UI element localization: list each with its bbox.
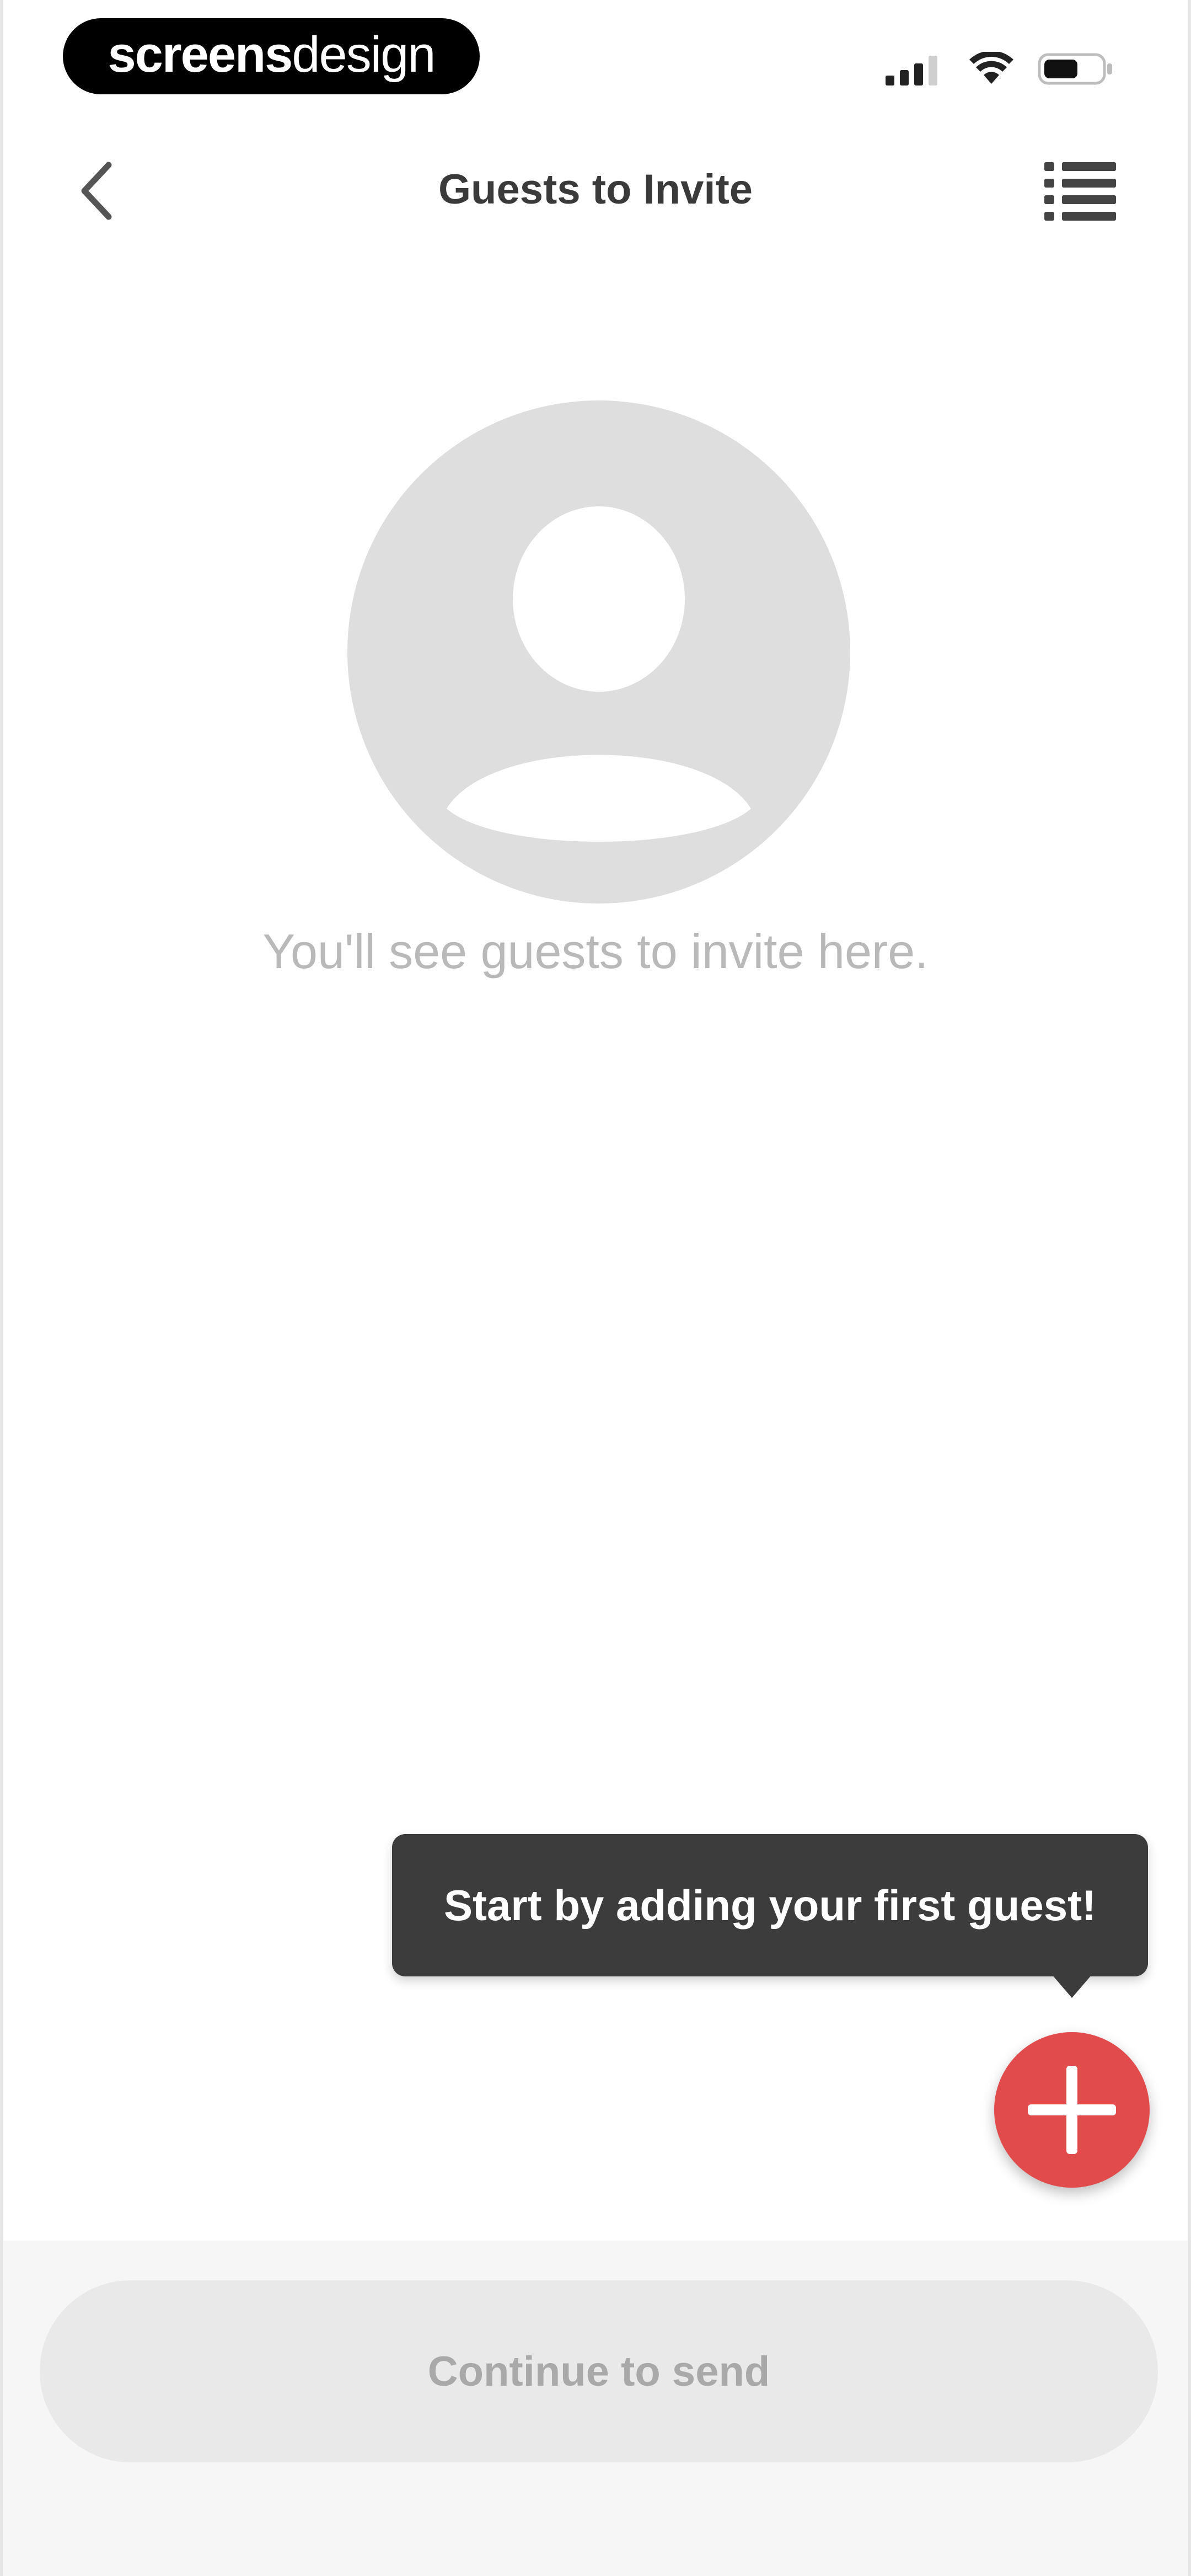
list-icon — [1044, 162, 1116, 221]
wifi-icon — [969, 52, 1013, 84]
tooltip-text: Start by adding your first guest! — [443, 1880, 1097, 1930]
list-view-button[interactable] — [1044, 160, 1116, 222]
brand-text-light: design — [292, 26, 436, 83]
add-guest-tooltip: Start by adding your first guest! — [392, 1834, 1148, 1976]
brand-badge: screens design — [63, 18, 480, 94]
guests-to-invite-screen: screens design Guests to Invite You'll s… — [0, 0, 1191, 2576]
continue-to-send-button[interactable]: Continue to send — [40, 2280, 1158, 2462]
tooltip-arrow — [1052, 1975, 1092, 1998]
battery-icon — [1038, 53, 1112, 85]
page-title: Guests to Invite — [438, 166, 753, 213]
continue-button-label: Continue to send — [427, 2348, 770, 2395]
plus-icon — [1028, 2066, 1116, 2154]
person-placeholder-icon — [347, 400, 850, 904]
brand-text-bold: screens — [108, 26, 293, 83]
signal-icon — [886, 56, 937, 85]
add-guest-button[interactable] — [994, 2032, 1150, 2188]
empty-state-message: You'll see guests to invite here. — [262, 924, 929, 979]
status-icons — [884, 50, 1115, 88]
